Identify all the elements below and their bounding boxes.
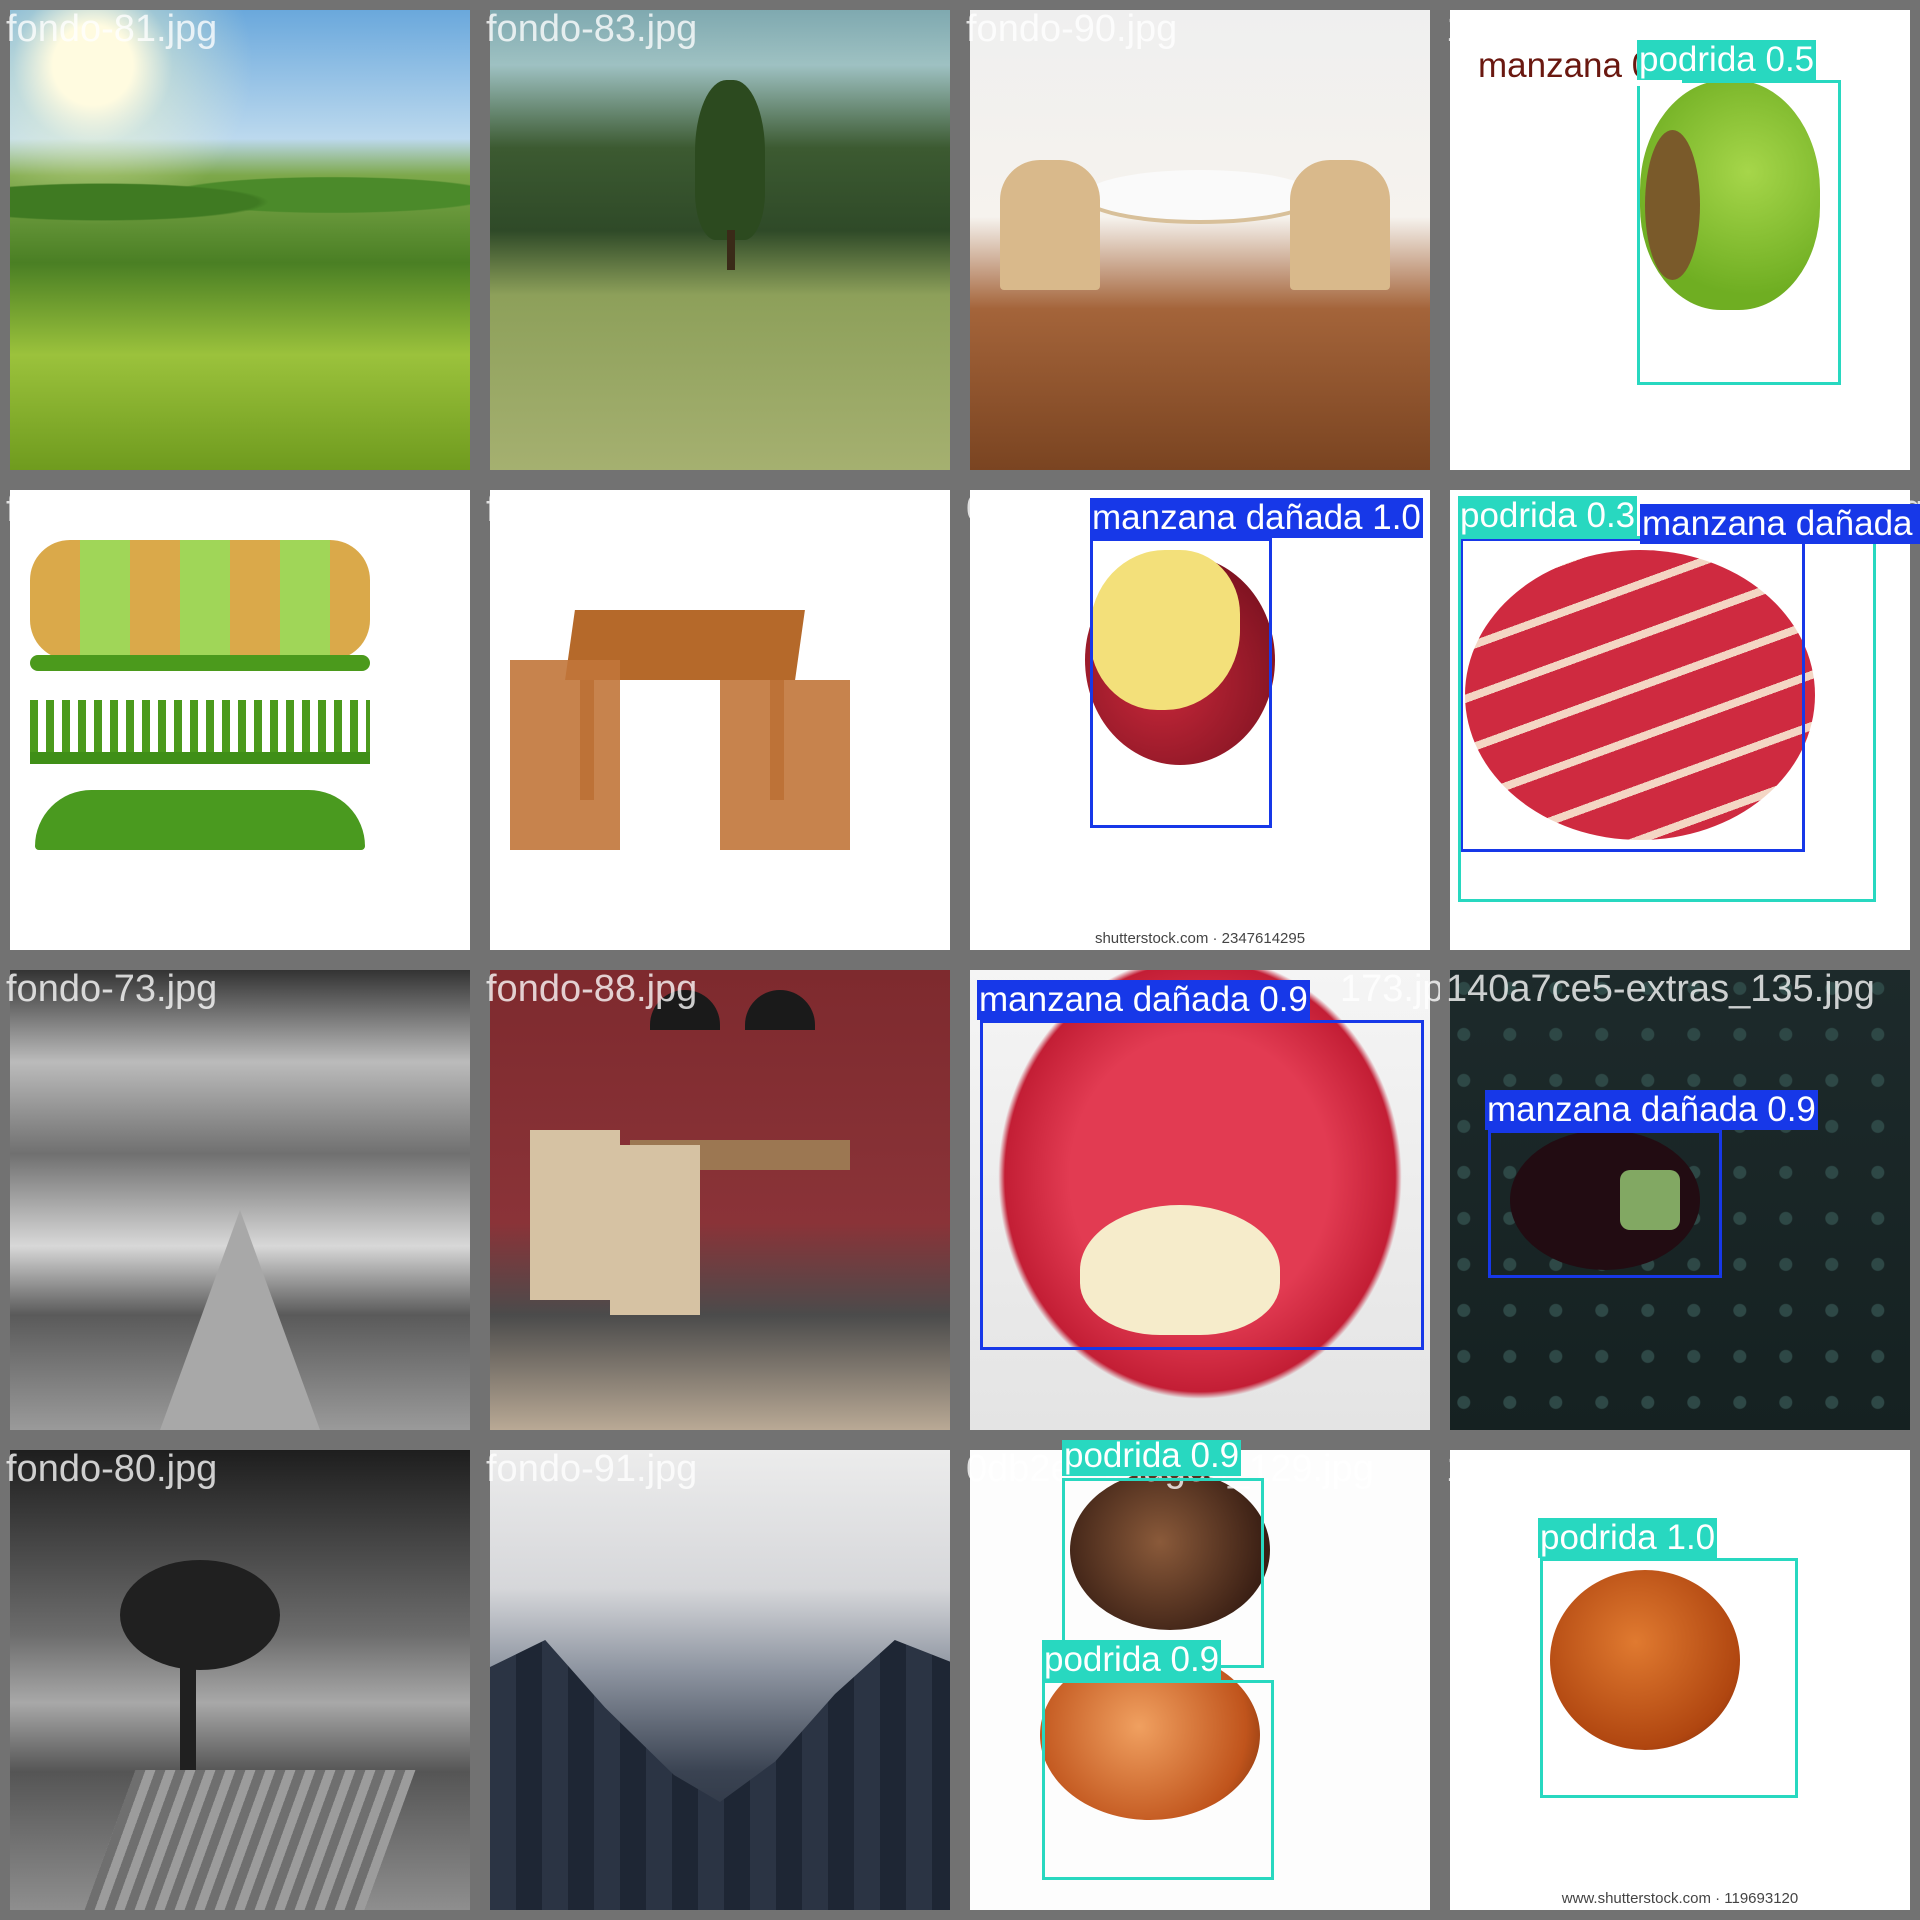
tile-fondo-87: fondo-87.jpg <box>480 480 960 960</box>
tile-167d8219-imagen-114: www.shutterstock.com · 119693120 167d821… <box>1440 1440 1920 1920</box>
label-manzana-danada: manzana dañada 1.0 <box>1090 498 1423 538</box>
label-podrida: podrida 0.9 <box>1042 1640 1222 1680</box>
file-label: 014474 <box>966 488 1093 530</box>
tile-fondo-91: fondo-91.jpg <box>480 1440 960 1920</box>
file-label: fondo-90.jpg <box>966 8 1178 50</box>
label-podrida: podrida 0.3 <box>1458 496 1638 536</box>
tile-fondo-80: fondo-80.jpg <box>0 1440 480 1920</box>
label-podrida: podrida 0.5 <box>1637 40 1817 80</box>
bbox-podrida <box>1637 80 1841 385</box>
tile-fondo-83: fondo-83.jpg <box>480 0 960 480</box>
meadow-photo <box>10 10 470 470</box>
file-label: fondo-87.jpg <box>486 488 698 530</box>
tile-fondo-72: fondo-72.jpg <box>0 480 480 960</box>
label-podrida: podrida 0.9 <box>1062 1440 1242 1476</box>
file-label: 173.jpg <box>1340 968 1440 1010</box>
tile-fondo-81: fondo-81.jpg <box>0 0 480 480</box>
tile-014474: shutterstock.com · 2347614295 014474 man… <box>960 480 1440 960</box>
tile-140a7ce5-extras-135: 140a7ce5-extras_135.jpg manzana dañada 0… <box>1440 960 1920 1440</box>
misty-mountains-illustration <box>490 1450 950 1910</box>
tile-15: 15.jpg manzana dañada 0.5 podrida 0.3 <box>1440 480 1920 960</box>
detection-mosaic: fondo-81.jpg fondo-83.jpg fondo-90.jpg 1… <box>0 0 1920 1920</box>
bbox-manzana-danada <box>1090 538 1272 828</box>
tile-10e9bdde-imagen-102: 10e9bdde-imagen_102.jpg manzana 0.8 podr… <box>1440 0 1920 480</box>
file-label: fondo-72.jpg <box>6 488 218 530</box>
tile-fondo-88: fondo-88.jpg <box>480 960 960 1440</box>
bbox-podrida <box>1042 1680 1274 1880</box>
label-podrida: podrida 1.0 <box>1538 1518 1718 1558</box>
dining-room-photo <box>490 970 950 1430</box>
watermark-caption: shutterstock.com · 2347614295 <box>1094 930 1306 947</box>
tile-173: 173.jpg manzana dañada 0.9 <box>960 960 1440 1440</box>
file-label: fondo-88.jpg <box>486 968 698 1010</box>
valley-photo <box>490 10 950 470</box>
table-chairs-photo <box>490 490 950 950</box>
bbox-manzana-danada <box>1488 1130 1722 1278</box>
watermark-caption: www.shutterstock.com · 119693120 <box>1561 1890 1799 1907</box>
tile-fondo-90: fondo-90.jpg <box>960 0 1440 480</box>
label-manzana-danada: manzana dañada 0.9 <box>1485 1090 1818 1130</box>
bbox-podrida <box>1458 536 1876 902</box>
file-label: fondo-81.jpg <box>6 8 218 50</box>
label-manzana-danada: manzana dañada 0.9 <box>977 980 1310 1020</box>
bw-tree-pier-photo <box>10 1450 470 1910</box>
bbox-podrida <box>1540 1558 1798 1798</box>
file-label: 140a7ce5-extras_135.jpg <box>1446 968 1875 1010</box>
bw-road-photo <box>10 970 470 1430</box>
tile-fondo-73: fondo-73.jpg <box>0 960 480 1440</box>
tile-0db2e-imagen-129: 0db2e...imagen_129.jpg podrida 0.9 podri… <box>960 1440 1440 1920</box>
file-label: fondo-83.jpg <box>486 8 698 50</box>
trees-illustration <box>10 490 470 950</box>
file-label: fondo-80.jpg <box>6 1448 218 1490</box>
file-label: 167d8219-imagen_114.jpg <box>1446 1448 1896 1490</box>
bbox-manzana-danada <box>980 1020 1424 1350</box>
kids-room-photo <box>970 10 1430 470</box>
file-label: fondo-73.jpg <box>6 968 218 1010</box>
label-manzana-danada: manzana dañada 0.5 <box>1640 504 1920 544</box>
file-label: fondo-91.jpg <box>486 1448 698 1490</box>
